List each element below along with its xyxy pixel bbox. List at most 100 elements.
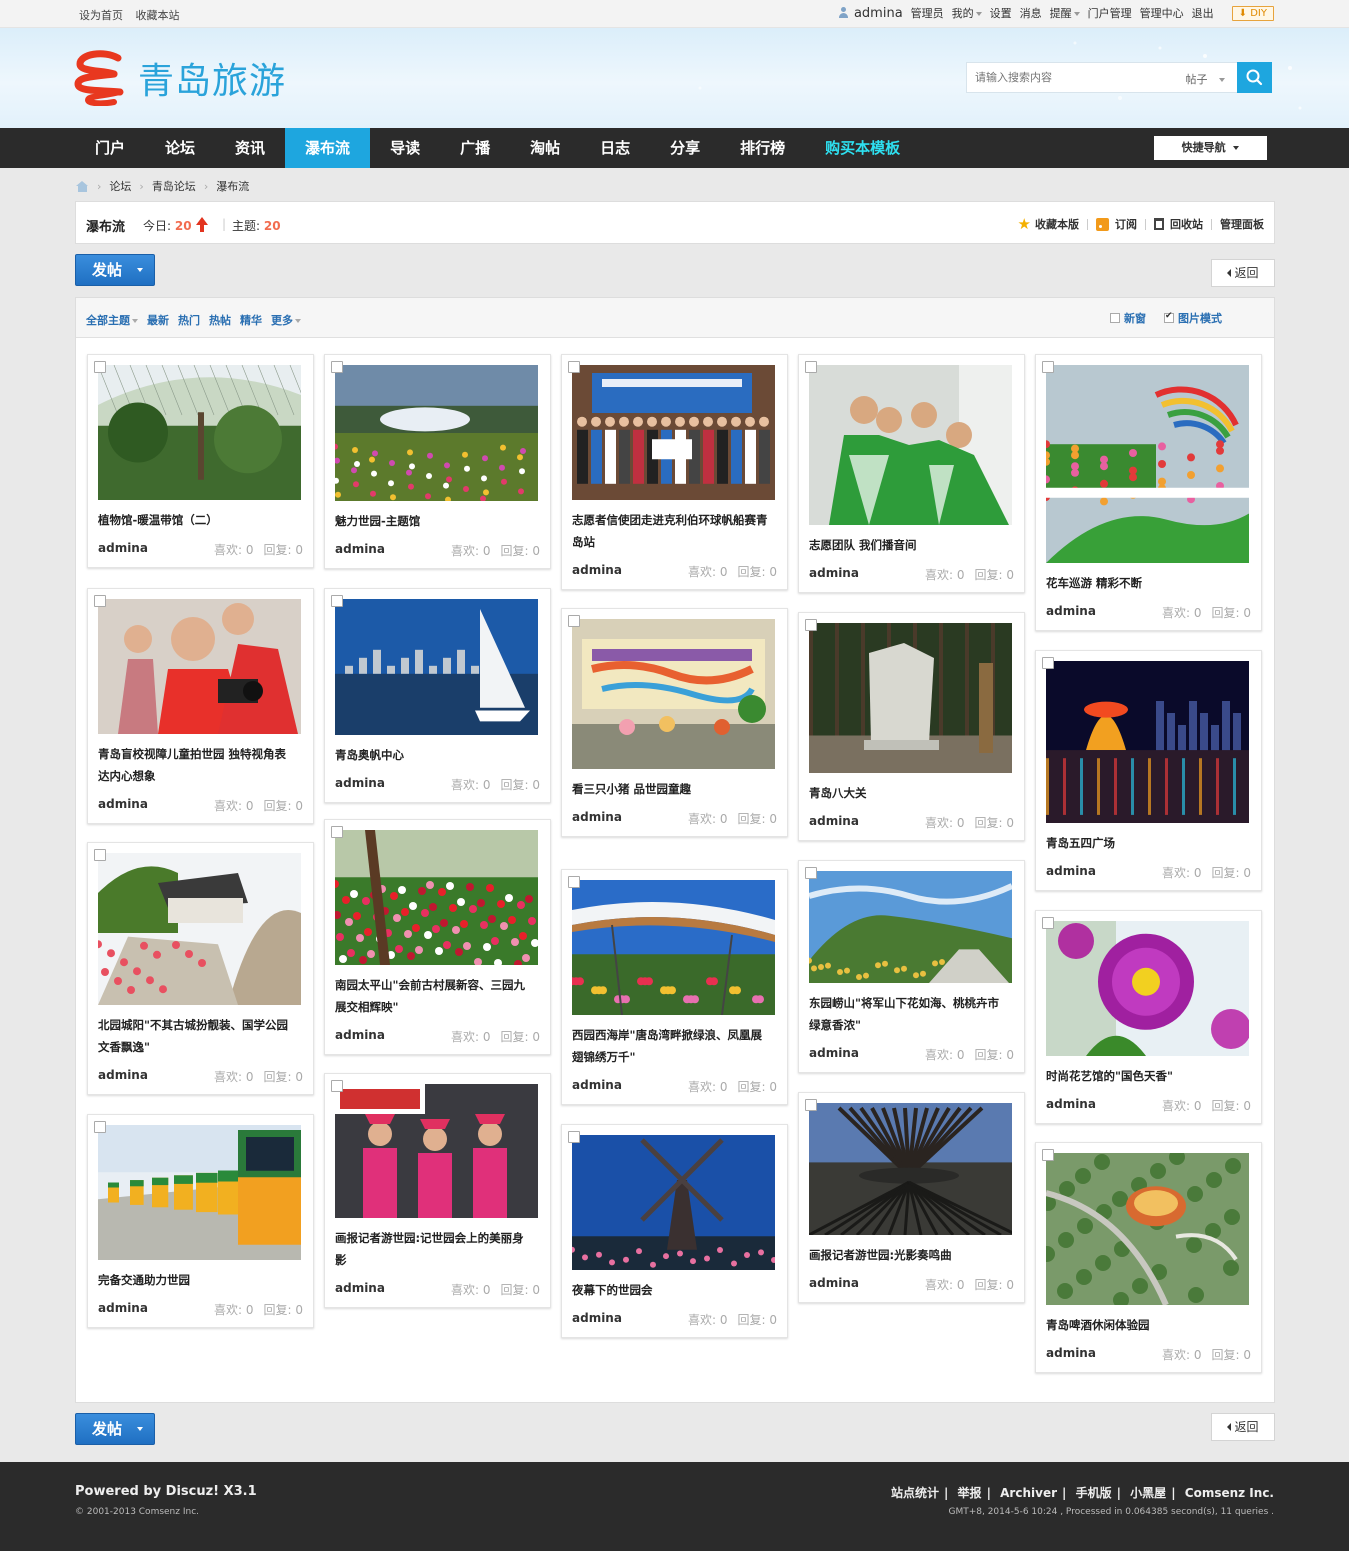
card-title[interactable]: 东园崂山"将军山下花如海、桃桃卉市: [809, 992, 1012, 1014]
card-title[interactable]: 岛站: [572, 531, 775, 553]
card-author[interactable]: admina: [572, 563, 622, 577]
card-author[interactable]: admina: [809, 566, 859, 580]
card-select-checkbox[interactable]: [1042, 1149, 1054, 1161]
nav-forum[interactable]: 论坛: [145, 128, 215, 168]
card-thumbnail[interactable]: [98, 599, 301, 734]
admin-group-link[interactable]: 管理员: [911, 5, 944, 21]
waterfall-card[interactable]: 青岛八大关 admina 喜欢: 0 回复: 0: [798, 612, 1025, 841]
waterfall-card[interactable]: 时尚花艺馆的"国色天香" admina 喜欢: 0 回复: 0: [1035, 910, 1262, 1124]
card-author[interactable]: admina: [572, 1311, 622, 1325]
waterfall-card[interactable]: 植物馆-暖温带馆（二） admina 喜欢: 0 回复: 0: [87, 354, 327, 568]
card-title[interactable]: 西园西海岸"唐岛湾畔掀绿浪、凤凰展: [572, 1024, 775, 1046]
filter-digest[interactable]: 精华: [240, 312, 262, 328]
waterfall-card[interactable]: 东园崂山"将军山下花如海、桃桃卉市 绿意香浓" admina 喜欢: 0 回复: 0: [798, 860, 1025, 1073]
footer-link-mobile[interactable]: 手机版: [1076, 1486, 1112, 1500]
set-homepage-link[interactable]: 设为首页: [79, 9, 123, 22]
card-title[interactable]: 时尚花艺馆的"国色天香": [1046, 1065, 1249, 1087]
waterfall-card[interactable]: 志愿团队 我们播音间 admina 喜欢: 0 回复: 0: [798, 354, 1025, 593]
quick-nav-button[interactable]: 快捷导航: [1154, 136, 1267, 160]
card-select-checkbox[interactable]: [805, 619, 817, 631]
card-select-checkbox[interactable]: [94, 361, 106, 373]
card-author[interactable]: admina: [572, 1078, 622, 1092]
card-author[interactable]: admina: [98, 541, 148, 555]
card-thumbnail[interactable]: [572, 365, 775, 500]
reminders-link[interactable]: 提醒: [1050, 5, 1080, 21]
site-logo[interactable]: 青岛旅游: [74, 50, 286, 106]
card-author[interactable]: admina: [1046, 864, 1096, 878]
card-thumbnail[interactable]: [572, 619, 775, 769]
admin-panel-link[interactable]: 管理面板: [1220, 216, 1264, 232]
card-thumbnail[interactable]: [94, 853, 301, 1005]
favorite-forum-link[interactable]: ★ 收藏本版: [1018, 216, 1079, 232]
footer-link-archiver[interactable]: Archiver: [1000, 1486, 1057, 1500]
waterfall-card[interactable]: 志愿者信使团走进克利伯环球帆船赛青 岛站 admina 喜欢: 0 回复: 0: [561, 354, 788, 590]
filter-all-topics[interactable]: 全部主题: [86, 312, 138, 328]
card-author[interactable]: admina: [1046, 604, 1096, 618]
card-title[interactable]: 青岛奥帆中心: [335, 744, 538, 766]
card-select-checkbox[interactable]: [1042, 917, 1054, 929]
waterfall-card[interactable]: 青岛盲校视障儿童拍世园 独特视角表 达内心想象 admina 喜欢: 0 回复: 0: [87, 588, 314, 824]
messages-link[interactable]: 消息: [1020, 5, 1042, 21]
waterfall-card[interactable]: 青岛五四广场 admina 喜欢: 0 回复: 0: [1035, 650, 1262, 891]
back-button-bottom[interactable]: 返回: [1211, 1413, 1275, 1441]
card-select-checkbox[interactable]: [568, 1131, 580, 1143]
nav-guide[interactable]: 导读: [370, 128, 440, 168]
waterfall-card[interactable]: 完备交通助力世园 admina 喜欢: 0 回复: 0: [87, 1114, 314, 1328]
card-author[interactable]: admina: [335, 1281, 385, 1295]
waterfall-card[interactable]: 北园城阳"不其古城扮靓装、国学公园 文香飘逸" admina 喜欢: 0 回复: 0: [87, 842, 314, 1095]
card-select-checkbox[interactable]: [805, 361, 817, 373]
filter-hot-posts[interactable]: 热帖: [209, 312, 231, 328]
filter-more[interactable]: 更多: [271, 312, 301, 328]
card-select-checkbox[interactable]: [805, 867, 817, 879]
settings-link[interactable]: 设置: [990, 5, 1012, 21]
card-select-checkbox[interactable]: [331, 826, 343, 838]
new-post-button[interactable]: 发帖: [75, 254, 155, 286]
waterfall-card[interactable]: 西园西海岸"唐岛湾畔掀绿浪、凤凰展 翅锦绣万千" admina 喜欢: 0 回复: 0: [561, 869, 788, 1105]
card-author[interactable]: admina: [98, 1068, 148, 1082]
card-author[interactable]: admina: [809, 1046, 859, 1060]
waterfall-card[interactable]: 青岛啤酒休闲体验园 admina 喜欢: 0 回复: 0: [1035, 1142, 1262, 1373]
search-type-select[interactable]: 帖子: [1186, 71, 1225, 87]
nav-news[interactable]: 资讯: [215, 128, 285, 168]
image-mode-toggle[interactable]: 图片模式: [1164, 310, 1222, 326]
card-title[interactable]: 画报记者游世园:光影奏鸣曲: [809, 1244, 1012, 1266]
card-author[interactable]: admina: [1046, 1346, 1096, 1360]
card-title[interactable]: 志愿团队 我们播音间: [809, 534, 1012, 556]
search-button[interactable]: [1237, 62, 1272, 93]
breadcrumb-qingdao-forum[interactable]: 青岛论坛: [152, 178, 196, 194]
admin-center-link[interactable]: 管理中心: [1140, 5, 1184, 21]
card-title[interactable]: 植物馆-暖温带馆（二）: [98, 509, 301, 531]
card-title[interactable]: 青岛五四广场: [1046, 832, 1249, 854]
card-select-checkbox[interactable]: [331, 361, 343, 373]
nav-ranking[interactable]: 排行榜: [720, 128, 805, 168]
card-title[interactable]: 文香飘逸": [98, 1036, 301, 1058]
nav-collections[interactable]: 淘帖: [510, 128, 580, 168]
card-thumbnail[interactable]: [806, 871, 1014, 983]
waterfall-card[interactable]: 魅力世园-主题馆 admina 喜欢: 0 回复: 0: [324, 354, 551, 569]
card-title[interactable]: 青岛八大关: [809, 782, 1012, 804]
card-select-checkbox[interactable]: [94, 849, 106, 861]
card-author[interactable]: admina: [335, 542, 385, 556]
card-thumbnail[interactable]: [1046, 661, 1249, 823]
new-window-toggle[interactable]: 新窗: [1110, 310, 1146, 326]
card-author[interactable]: admina: [809, 814, 859, 828]
nav-broadcast[interactable]: 广播: [440, 128, 510, 168]
username-link[interactable]: admina: [854, 6, 903, 21]
footer-link-blackroom[interactable]: 小黑屋: [1130, 1486, 1166, 1500]
waterfall-card[interactable]: 夜幕下的世园会 admina 喜欢: 0 回复: 0: [561, 1124, 788, 1338]
card-thumbnail[interactable]: [1042, 365, 1249, 563]
card-thumbnail[interactable]: [809, 365, 1012, 525]
card-title[interactable]: 志愿者信使团走进克利伯环球帆船赛青: [572, 509, 775, 531]
card-title[interactable]: 南园太平山"会前古村展新容、三园九: [335, 974, 538, 996]
image-mode-checkbox[interactable]: [1164, 311, 1174, 323]
card-thumbnail[interactable]: [98, 1125, 301, 1260]
card-title[interactable]: 影: [335, 1249, 538, 1271]
card-select-checkbox[interactable]: [568, 876, 580, 888]
nav-waterfall[interactable]: 瀑布流: [285, 128, 371, 168]
card-select-checkbox[interactable]: [94, 1121, 106, 1133]
portal-manage-link[interactable]: 门户管理: [1088, 5, 1132, 21]
card-title[interactable]: 完备交通助力世园: [98, 1269, 301, 1291]
my-menu-link[interactable]: 我的: [952, 5, 982, 21]
card-title[interactable]: 夜幕下的世园会: [572, 1279, 775, 1301]
card-author[interactable]: admina: [98, 797, 148, 811]
